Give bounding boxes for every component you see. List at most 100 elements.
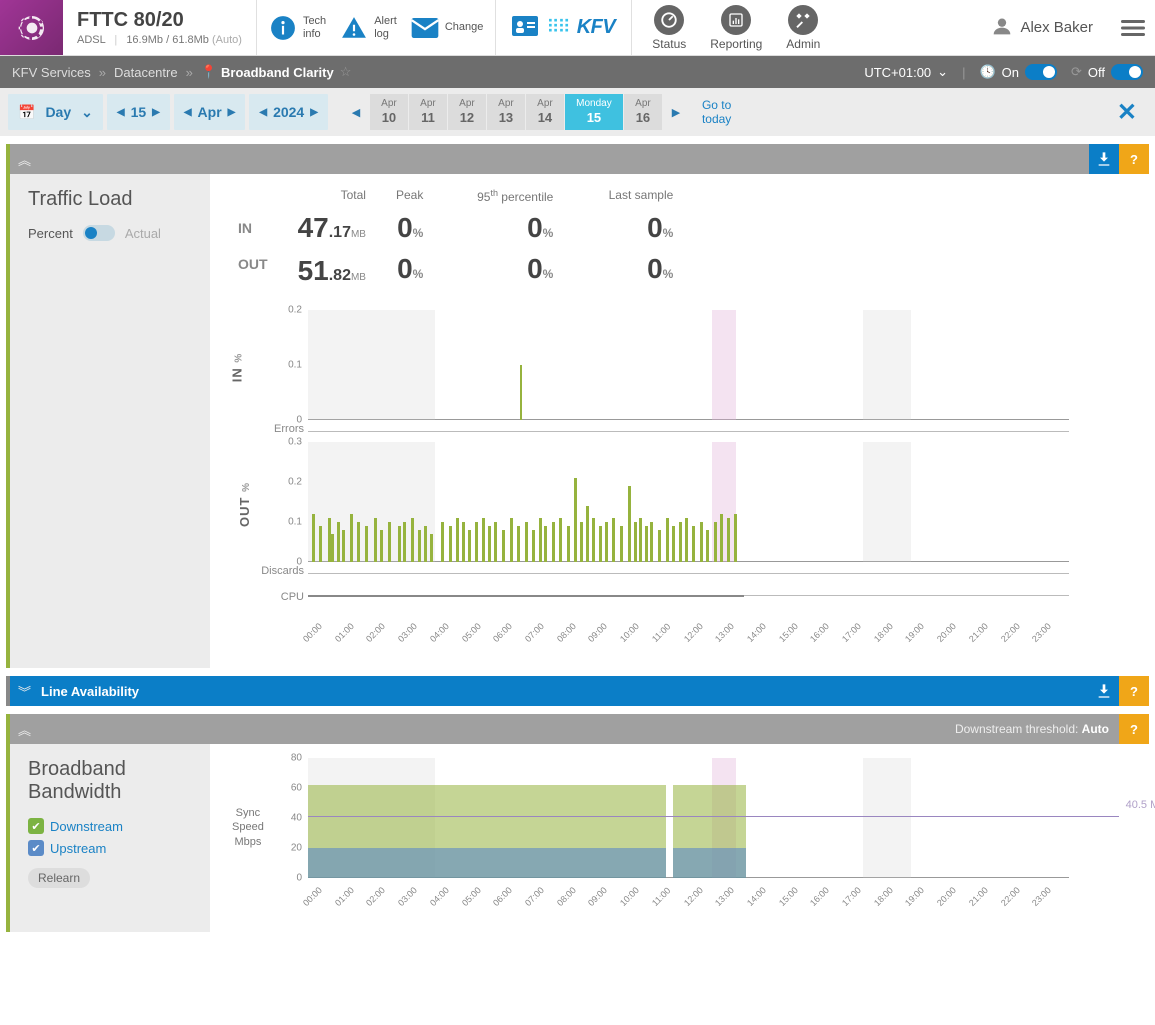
on-toggle[interactable] bbox=[1025, 64, 1057, 80]
row-in-label: IN bbox=[238, 210, 268, 246]
tech-info-button[interactable]: Techinfo bbox=[269, 14, 326, 42]
view-mode-label: Day bbox=[45, 104, 71, 120]
brand-name: KFV bbox=[577, 16, 616, 39]
on-label: On bbox=[1002, 65, 1019, 80]
nav-reporting[interactable]: Reporting bbox=[710, 5, 762, 51]
chart-in[interactable]: 00.10.2 bbox=[238, 310, 1119, 420]
gauge-icon bbox=[654, 5, 684, 35]
day-chip-11[interactable]: Apr11 bbox=[409, 94, 447, 130]
check-icon: ✔ bbox=[28, 818, 44, 834]
traffic-panel: ︽ ? Traffic Load Percent Actual IN OUT bbox=[6, 144, 1149, 668]
brand-dots-icon: ⠿⠿ bbox=[546, 17, 568, 38]
collapse-icon[interactable]: ︽ bbox=[18, 150, 31, 169]
out-total: 51.82MB bbox=[298, 253, 366, 296]
app-logo bbox=[0, 0, 63, 55]
close-button[interactable]: ✕ bbox=[1107, 98, 1147, 127]
col-last: Last sample bbox=[583, 188, 673, 204]
day-chip-14[interactable]: Apr14 bbox=[526, 94, 564, 130]
app-header: FTTC 80/20 ADSL | 16.9Mb / 61.8Mb (Auto)… bbox=[0, 0, 1155, 56]
envelope-icon bbox=[411, 14, 439, 42]
alert-log-button[interactable]: Alertlog bbox=[340, 14, 397, 42]
timezone-label: UTC+01:00 bbox=[864, 65, 931, 80]
day-chip[interactable]: ◀15▶ bbox=[107, 94, 170, 130]
relearn-button[interactable]: Relearn bbox=[28, 868, 90, 888]
user-name: Alex Baker bbox=[1020, 19, 1093, 36]
product-info: FTTC 80/20 ADSL | 16.9Mb / 61.8Mb (Auto) bbox=[63, 0, 257, 55]
id-card-icon bbox=[512, 16, 538, 39]
errors-row: Errors bbox=[238, 420, 1119, 442]
report-icon bbox=[721, 5, 751, 35]
bandwidth-title: Broadband Bandwidth bbox=[28, 758, 192, 804]
expand-icon[interactable]: ︾ bbox=[18, 682, 31, 701]
threshold-text: Downstream threshold: Auto bbox=[955, 722, 1109, 736]
bandwidth-side: Broadband Bandwidth ✔Downstream ✔Upstrea… bbox=[10, 744, 210, 932]
bandwidth-xaxis: 00:0001:0002:0003:0004:0005:0006:0007:00… bbox=[308, 878, 1069, 918]
day-chip-10[interactable]: Apr10 bbox=[370, 94, 408, 130]
out-p95: 0% bbox=[453, 251, 553, 292]
line-availability-header: ︾ Line Availability ? bbox=[10, 676, 1149, 706]
bandwidth-panel: ︽ Downstream threshold: Auto ? Broadband… bbox=[6, 714, 1149, 932]
month-chip[interactable]: ◀Apr▶ bbox=[174, 94, 246, 130]
day-chip-12[interactable]: Apr12 bbox=[448, 94, 486, 130]
info-icon bbox=[269, 14, 297, 42]
clock-icon: 🕓 bbox=[979, 64, 995, 80]
change-button[interactable]: Change bbox=[411, 14, 484, 42]
help-button[interactable]: ? bbox=[1119, 144, 1149, 174]
check-icon: ✔ bbox=[28, 840, 44, 856]
crumb-current: Broadband Clarity bbox=[221, 65, 334, 80]
percent-actual-toggle[interactable] bbox=[83, 225, 115, 241]
chart-bandwidth[interactable]: 02040608040.5 Mbps bbox=[238, 758, 1119, 878]
chevron-down-icon: ⌄ bbox=[81, 104, 93, 121]
pin-icon: 📍 bbox=[201, 64, 217, 80]
goto-today[interactable]: Go totoday bbox=[702, 98, 731, 127]
year-chip[interactable]: ◀2024▶ bbox=[249, 94, 328, 130]
chart-out[interactable]: 00.10.20.3 bbox=[238, 442, 1119, 562]
nav-admin[interactable]: Admin bbox=[786, 5, 820, 51]
days-next[interactable]: ▶ bbox=[666, 94, 686, 130]
product-subtitle: ADSL | 16.9Mb / 61.8Mb (Auto) bbox=[77, 34, 242, 46]
header-tool-buttons: Techinfo Alertlog Change bbox=[257, 0, 496, 55]
download-button[interactable] bbox=[1089, 676, 1119, 706]
traffic-charts: IN % 00.10.2 ▲80% Errors OUT % 00.10.20.… bbox=[238, 310, 1119, 654]
off-toggle-group: ⟳ Off bbox=[1071, 64, 1143, 80]
hamburger-menu[interactable] bbox=[1111, 0, 1155, 55]
traffic-title: Traffic Load bbox=[28, 188, 192, 211]
speed-up: 61.8Mb bbox=[172, 34, 209, 46]
crumb-l1[interactable]: Datacentre bbox=[114, 65, 178, 80]
days-prev[interactable]: ◀ bbox=[346, 94, 366, 130]
timezone-selector[interactable]: UTC+01:00 ⌄ bbox=[864, 64, 948, 80]
help-button[interactable]: ? bbox=[1119, 676, 1149, 706]
nav-status[interactable]: Status bbox=[652, 5, 686, 51]
favorite-star[interactable]: ☆ bbox=[340, 64, 352, 80]
row-out-label: OUT bbox=[238, 246, 268, 282]
traffic-panel-header: ︽ ? bbox=[10, 144, 1149, 174]
collapse-icon[interactable]: ︽ bbox=[18, 720, 31, 739]
product-type: ADSL bbox=[77, 34, 105, 46]
traffic-stats: IN OUT Total 47.17MB 51.82MB Peak 0% 0% … bbox=[238, 188, 1119, 296]
downstream-checkbox[interactable]: ✔Downstream bbox=[28, 818, 192, 834]
help-button[interactable]: ? bbox=[1119, 714, 1149, 744]
percent-label: Percent bbox=[28, 226, 73, 241]
sync-icon: ⟳ bbox=[1071, 64, 1082, 80]
crumb-root[interactable]: KFV Services bbox=[12, 65, 91, 80]
day-chip-16[interactable]: Apr16 bbox=[624, 94, 662, 130]
traffic-side: Traffic Load Percent Actual bbox=[10, 174, 210, 668]
user-menu[interactable]: Alex Baker bbox=[974, 0, 1111, 55]
download-button[interactable] bbox=[1089, 144, 1119, 174]
view-mode-chip[interactable]: 📅 Day ⌄ bbox=[8, 94, 103, 130]
bandwidth-panel-header: ︽ Downstream threshold: Auto ? bbox=[10, 714, 1149, 744]
on-toggle-group: 🕓 On bbox=[979, 64, 1057, 80]
col-total: Total bbox=[298, 188, 366, 204]
in-peak: 0% bbox=[396, 210, 423, 251]
traffic-main: IN OUT Total 47.17MB 51.82MB Peak 0% 0% … bbox=[210, 174, 1149, 668]
day-chip-13[interactable]: Apr13 bbox=[487, 94, 525, 130]
off-toggle[interactable] bbox=[1111, 64, 1143, 80]
speed-down: 16.9Mb bbox=[126, 34, 163, 46]
upstream-checkbox[interactable]: ✔Upstream bbox=[28, 840, 192, 856]
hamburger-icon bbox=[1121, 16, 1145, 40]
download-icon bbox=[1096, 151, 1112, 167]
in-p95: 0% bbox=[453, 210, 553, 251]
chevron-down-icon: ⌄ bbox=[937, 64, 948, 80]
day-chip-15[interactable]: Monday15 bbox=[565, 94, 623, 130]
discards-row: Discards bbox=[238, 562, 1119, 584]
